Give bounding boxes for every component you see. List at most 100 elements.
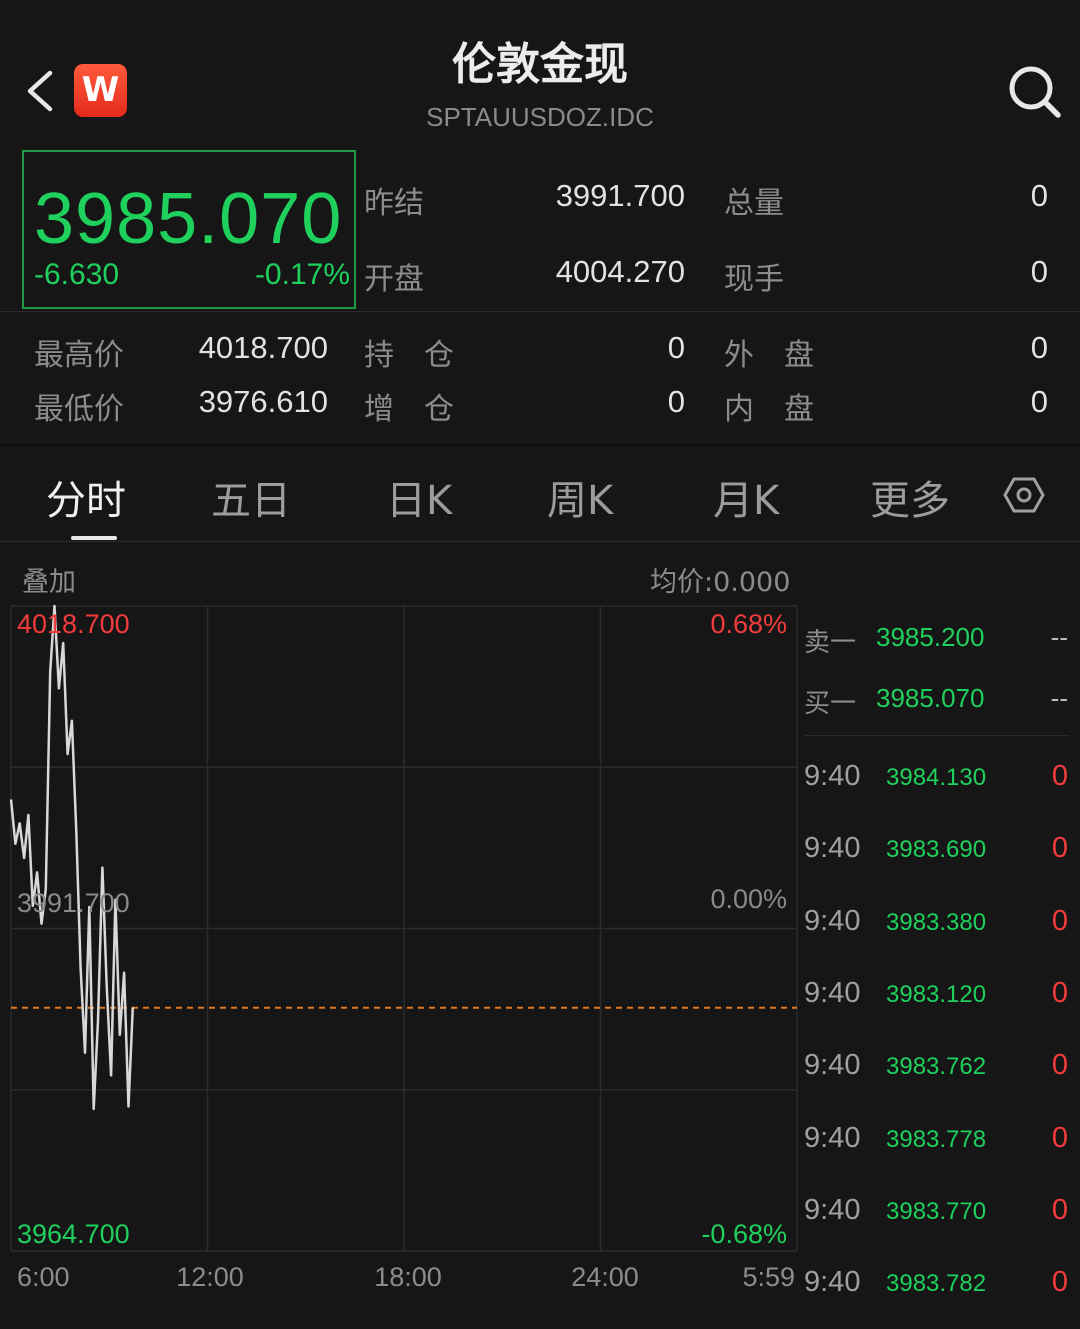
tick-row: 9:40 3983.762 0 (804, 1049, 1074, 1089)
x-tick-label: 12:00 (176, 1262, 244, 1292)
tick-price: 3984.130 (886, 764, 987, 791)
prev-settle-value: 3991.700 (555, 178, 685, 213)
tick-time: 9:40 (804, 1049, 861, 1082)
x-axis-ticks: 6:00 12:00 18:00 24:00 5:59 (17, 1262, 795, 1292)
inner-label: 内 盘 (724, 392, 814, 427)
tick-price: 3983.770 (886, 1197, 987, 1225)
order-book-row: 卖一 3985.200 -- (804, 622, 1074, 662)
tick-row: 9:40 3983.770 0 (804, 1194, 1074, 1234)
tick-row: 9:40 3983.690 0 (804, 832, 1074, 872)
chart-settings-button[interactable] (1003, 474, 1045, 516)
tick-price: 3983.782 (886, 1270, 987, 1298)
hold-label: 持 仓 (364, 338, 454, 373)
last-price: 3985.070 (34, 179, 343, 259)
tick-price: 3983.762 (886, 1053, 987, 1081)
intraday-chart[interactable]: 4018.700 3991.700 3964.700 0.68% 0.00% -… (0, 600, 800, 1310)
tick-row: 9:40 3983.782 0 (804, 1266, 1074, 1306)
tick-time: 9:40 (804, 1193, 861, 1226)
high-value: 4018.700 (198, 330, 328, 365)
chart-grid (10, 605, 798, 1252)
increase-label: 增 仓 (364, 392, 454, 427)
current-volume-value: 0 (1030, 254, 1048, 289)
tick-volume: 0 (1051, 904, 1068, 937)
order-price: 3985.070 (876, 683, 985, 713)
tick-volume: 0 (1051, 1049, 1068, 1082)
low-label: 最低价 (34, 392, 124, 427)
high-label: 最高价 (34, 338, 124, 373)
increase-value: 0 (667, 384, 685, 419)
order-side-label: 卖一 (804, 628, 857, 658)
order-volume: -- (1050, 683, 1068, 713)
tab-daily-k[interactable]: 日K (386, 468, 452, 526)
x-tick-label: 18:00 (374, 1262, 442, 1292)
tick-row: 9:40 3983.380 0 (804, 905, 1074, 945)
tick-price: 3983.120 (886, 980, 987, 1008)
y-label-low: 3964.700 (17, 1219, 130, 1249)
order-price: 3985.200 (876, 622, 985, 652)
current-volume-label: 现手 (724, 262, 784, 297)
hold-value: 0 (667, 330, 685, 365)
price-series-line (9, 604, 135, 1111)
low-value: 3976.610 (198, 384, 328, 419)
tick-volume: 0 (1051, 1266, 1068, 1299)
x-tick-label: 5:59 (742, 1262, 795, 1292)
open-label: 开盘 (364, 262, 424, 297)
tick-price: 3983.380 (886, 908, 987, 936)
tab-more[interactable]: 更多 (870, 468, 950, 526)
inner-value: 0 (1030, 384, 1048, 419)
tick-volume: 0 (1051, 1193, 1068, 1226)
intraday-chart-svg: 4018.700 3991.700 3964.700 0.68% 0.00% -… (9, 604, 798, 1292)
total-volume-label: 总量 (724, 186, 784, 221)
tab-intraday[interactable]: 分时 (46, 468, 126, 526)
price-change: -6.630 (34, 258, 120, 291)
y-label-high: 4018.700 (17, 609, 130, 639)
tick-price: 3983.690 (886, 836, 987, 864)
outer-value: 0 (1030, 330, 1048, 365)
overlay-button[interactable]: 叠加 (22, 560, 76, 599)
open-value: 4004.270 (555, 254, 685, 289)
tick-time: 9:40 (804, 1266, 861, 1299)
pct-label-high: 0.68% (710, 609, 787, 639)
tick-time: 9:40 (804, 904, 861, 937)
tick-volume: 0 (1051, 976, 1068, 1009)
page-title: 伦敦金现 (452, 39, 628, 90)
pct-label-low: -0.68% (701, 1219, 787, 1249)
y-label-mid: 3991.700 (17, 888, 130, 918)
price-panel: 3985.070 -6.630 -0.17% (22, 150, 356, 309)
tick-time: 9:40 (804, 832, 861, 865)
chart-tabs: 分时 五日 日K 周K 月K 更多 (0, 446, 1080, 541)
tab-weekly-k[interactable]: 周K (547, 468, 613, 526)
tick-time: 9:40 (804, 760, 861, 792)
tick-price: 3983.778 (886, 1125, 987, 1153)
x-tick-label: 24:00 (571, 1262, 639, 1292)
order-book-row: 买一 3985.070 -- (804, 683, 1074, 723)
header: W 伦敦金现 SPTAUUSDOZ.IDC (0, 0, 1080, 145)
divider (804, 735, 1070, 736)
tick-volume: 0 (1051, 1121, 1068, 1154)
tick-row: 9:40 3984.130 0 (804, 760, 1074, 800)
price-change-pct: -0.17% (254, 258, 350, 291)
x-tick-label: 6:00 (17, 1262, 70, 1292)
tick-volume: 0 (1051, 760, 1068, 792)
search-button[interactable] (1005, 62, 1063, 120)
settings-icon (1003, 477, 1045, 513)
tick-time: 9:40 (804, 976, 861, 1009)
search-icon (1009, 66, 1061, 118)
tick-volume: 0 (1051, 832, 1068, 865)
tick-row: 9:40 3983.120 0 (804, 977, 1074, 1017)
symbol-code: SPTAUUSDOZ.IDC (426, 102, 654, 132)
divider (0, 311, 1080, 312)
average-price: 均价:0.000 (650, 567, 791, 598)
total-volume-value: 0 (1030, 178, 1048, 213)
divider (0, 541, 1080, 542)
order-side-label: 买一 (804, 689, 857, 719)
tab-monthly-k[interactable]: 月K (713, 468, 779, 526)
active-tab-indicator (71, 536, 117, 540)
pct-label-mid: 0.00% (710, 884, 787, 914)
tick-row: 9:40 3983.778 0 (804, 1122, 1074, 1162)
tick-time: 9:40 (804, 1121, 861, 1154)
outer-label: 外 盘 (724, 338, 814, 373)
prev-settle-label: 昨结 (364, 186, 424, 221)
tab-five-day[interactable]: 五日 (211, 468, 291, 526)
order-volume: -- (1050, 622, 1068, 652)
